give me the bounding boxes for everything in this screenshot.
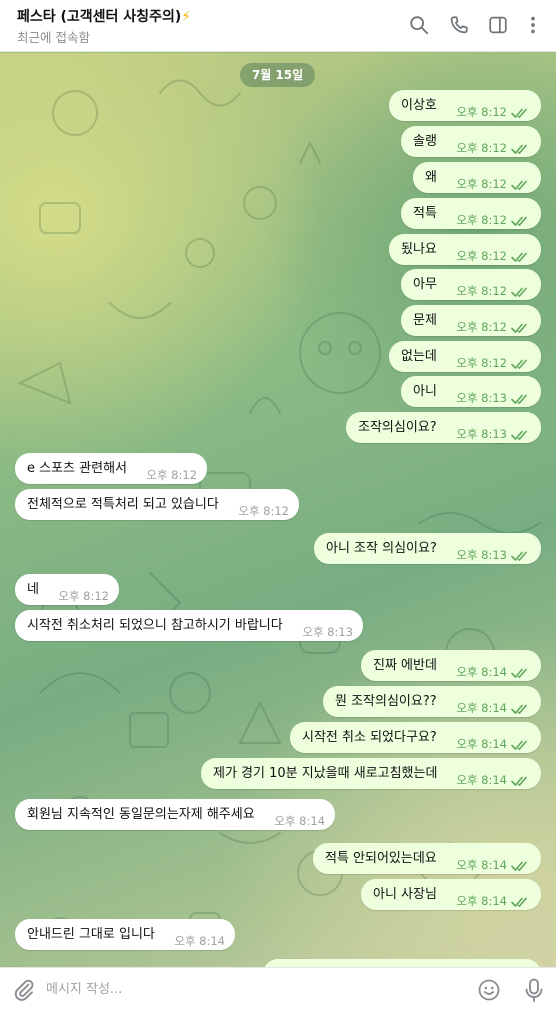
outgoing-message[interactable]: 조작의심이요? 오후 8:13 bbox=[346, 412, 541, 443]
message-time: 오후 8:13 bbox=[456, 427, 507, 441]
message-input[interactable] bbox=[46, 974, 426, 1004]
chat-title[interactable]: 페스타 (고객센터 사칭주의)⚡ bbox=[17, 6, 191, 26]
message-time: 오후 8:14 bbox=[456, 858, 507, 872]
outgoing-message[interactable]: 됬나요 오후 8:12 bbox=[389, 234, 541, 265]
message-time: 오후 8:14 bbox=[456, 773, 507, 787]
microphone-icon[interactable] bbox=[522, 977, 546, 1003]
message-time: 오후 8:12 bbox=[456, 177, 507, 191]
outgoing-message[interactable]: 아니 사장님 오후 8:14 bbox=[361, 879, 541, 910]
message-time: 오후 8:14 bbox=[456, 894, 507, 908]
incoming-message[interactable]: e 스포츠 관련해서 오후 8:12 bbox=[15, 453, 207, 484]
emoji-icon[interactable] bbox=[477, 978, 501, 1002]
double-check-icon bbox=[511, 286, 531, 298]
outgoing-message-partial[interactable] bbox=[263, 959, 541, 967]
message-time: 오후 8:13 bbox=[456, 548, 507, 562]
incoming-message[interactable]: 네 오후 8:12 bbox=[15, 574, 119, 605]
double-check-icon bbox=[511, 251, 531, 263]
outgoing-message[interactable]: 시작전 취소 되었다구요? 오후 8:14 bbox=[290, 722, 541, 753]
incoming-message[interactable]: 시작전 취소처리 되었으니 참고하시기 바랍니다 오후 8:13 bbox=[15, 610, 363, 641]
double-check-icon bbox=[511, 393, 531, 405]
message-time: 오후 8:14 bbox=[174, 934, 225, 948]
more-vertical-icon[interactable] bbox=[522, 14, 544, 36]
chat-area[interactable]: 7월 15일 이상호 오후 8:12 솔랭 오후 8:12 왜 오후 8:12 적특 오후 8… bbox=[0, 53, 556, 967]
message-time: 오후 8:12 bbox=[456, 356, 507, 370]
message-time: 오후 8:14 bbox=[456, 737, 507, 751]
message-time: 오후 8:14 bbox=[456, 701, 507, 715]
message-time: 오후 8:12 bbox=[58, 589, 109, 603]
double-check-icon bbox=[511, 703, 531, 715]
outgoing-message[interactable]: 아무 오후 8:12 bbox=[401, 269, 541, 300]
message-time: 오후 8:14 bbox=[274, 814, 325, 828]
outgoing-message[interactable]: 적특 안되어있는데요 오후 8:14 bbox=[313, 843, 541, 874]
message-time: 오후 8:12 bbox=[456, 249, 507, 263]
message-time: 오후 8:14 bbox=[456, 665, 507, 679]
message-time: 오후 8:13 bbox=[302, 625, 353, 639]
incoming-message[interactable]: 회원님 지속적인 동일문의는자제 해주세요 오후 8:14 bbox=[15, 799, 335, 830]
message-time: 오후 8:12 bbox=[456, 284, 507, 298]
phone-icon[interactable] bbox=[448, 14, 470, 36]
double-check-icon bbox=[511, 215, 531, 227]
double-check-icon bbox=[511, 143, 531, 155]
message-time: 오후 8:12 bbox=[456, 141, 507, 155]
date-separator: 7월 15일 bbox=[240, 63, 315, 87]
incoming-message[interactable]: 전체적으로 적특처리 되고 있습니다 오후 8:12 bbox=[15, 489, 299, 520]
chat-status: 최근에 접속함 bbox=[17, 30, 90, 45]
double-check-icon bbox=[511, 358, 531, 370]
message-time: 오후 8:12 bbox=[456, 105, 507, 119]
double-check-icon bbox=[511, 550, 531, 562]
sidebar-icon[interactable] bbox=[487, 14, 509, 36]
message-time: 오후 8:12 bbox=[456, 320, 507, 334]
double-check-icon bbox=[511, 739, 531, 751]
outgoing-message[interactable]: 적특 오후 8:12 bbox=[401, 198, 541, 229]
search-icon[interactable] bbox=[408, 14, 430, 36]
outgoing-message[interactable]: 문제 오후 8:12 bbox=[401, 305, 541, 336]
message-composer bbox=[0, 967, 556, 1009]
outgoing-message[interactable]: 아니 오후 8:13 bbox=[401, 376, 541, 407]
outgoing-message[interactable]: 진짜 에반데 오후 8:14 bbox=[361, 650, 541, 681]
lightning-emoji-icon: ⚡ bbox=[181, 9, 192, 25]
chat-title-text[interactable]: 페스타 (고객센터 사칭주의) bbox=[17, 9, 181, 25]
outgoing-message[interactable]: 솔랭 오후 8:12 bbox=[401, 126, 541, 157]
outgoing-message[interactable]: 없는데 오후 8:12 bbox=[389, 341, 541, 372]
double-check-icon bbox=[511, 860, 531, 872]
paperclip-icon[interactable] bbox=[12, 978, 36, 1002]
incoming-message[interactable]: 안내드린 그대로 입니다 오후 8:14 bbox=[15, 919, 235, 950]
double-check-icon bbox=[511, 179, 531, 191]
double-check-icon bbox=[511, 896, 531, 908]
outgoing-message[interactable]: 뭔 조작의심이요?? 오후 8:14 bbox=[323, 686, 541, 717]
message-time: 오후 8:12 bbox=[456, 213, 507, 227]
outgoing-message[interactable]: 이상호 오후 8:12 bbox=[389, 90, 541, 121]
double-check-icon bbox=[511, 107, 531, 119]
outgoing-message[interactable]: 왜 오후 8:12 bbox=[413, 162, 541, 193]
chat-header: 페스타 (고객센터 사칭주의)⚡ 최근에 접속함 bbox=[0, 0, 556, 52]
double-check-icon bbox=[511, 667, 531, 679]
double-check-icon bbox=[511, 322, 531, 334]
double-check-icon bbox=[511, 775, 531, 787]
outgoing-message[interactable]: 아니 조작 의심이요? 오후 8:13 bbox=[314, 533, 541, 564]
double-check-icon bbox=[511, 429, 531, 441]
outgoing-message[interactable]: 제가 경기 10분 지났을때 새로고침했는데 오후 8:14 bbox=[201, 758, 541, 789]
message-time: 오후 8:12 bbox=[238, 504, 289, 518]
message-time: 오후 8:12 bbox=[146, 468, 197, 482]
message-time: 오후 8:13 bbox=[456, 391, 507, 405]
